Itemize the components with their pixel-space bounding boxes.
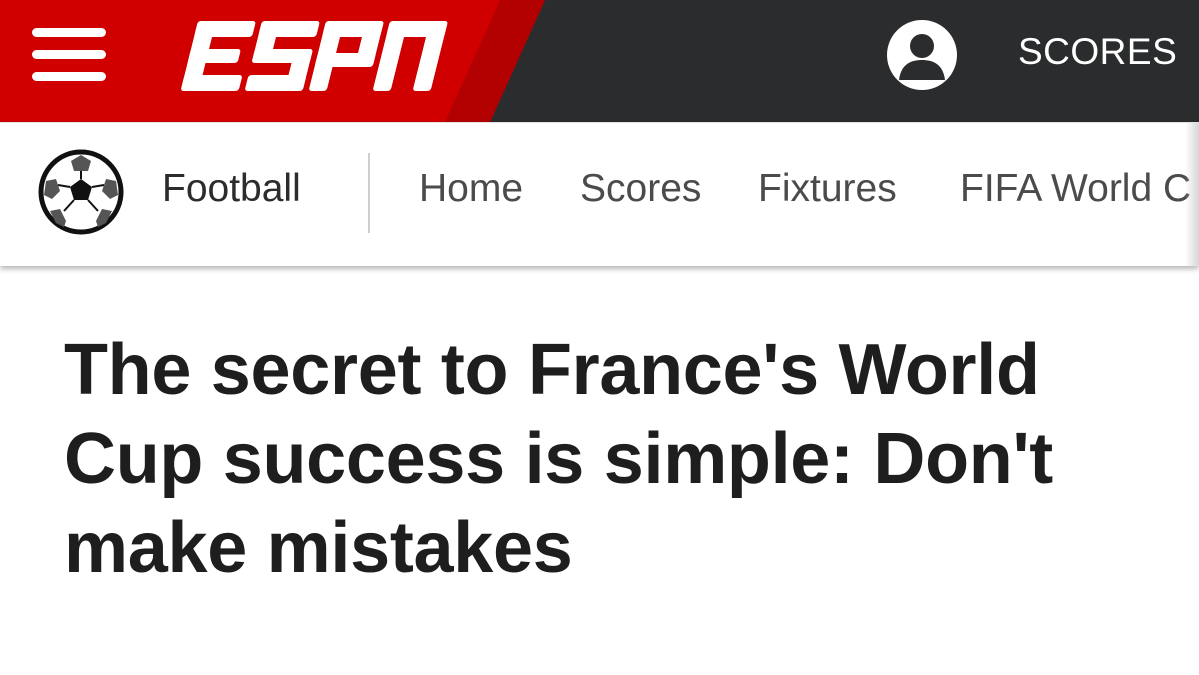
- article-headline: The secret to France's World Cup success…: [64, 330, 1053, 588]
- espn-logo[interactable]: [180, 13, 450, 99]
- sub-navigation: Football Home Scores Fixtures FIFA World…: [0, 122, 1199, 266]
- user-account-icon[interactable]: [885, 18, 959, 92]
- nav-divider: [368, 153, 370, 233]
- soccer-ball-icon: [38, 149, 124, 235]
- nav-home[interactable]: Home: [419, 167, 523, 211]
- top-bar: SCORES: [0, 0, 1199, 122]
- nav-scores[interactable]: Scores: [580, 167, 701, 211]
- scroll-fade: [1185, 123, 1199, 266]
- nav-fixtures[interactable]: Fixtures: [758, 167, 897, 211]
- nav-fifa-world-cup[interactable]: FIFA World C: [960, 167, 1191, 211]
- section-label[interactable]: Football: [162, 167, 301, 211]
- scores-link[interactable]: SCORES: [1018, 30, 1177, 74]
- hamburger-menu-icon[interactable]: [28, 24, 112, 86]
